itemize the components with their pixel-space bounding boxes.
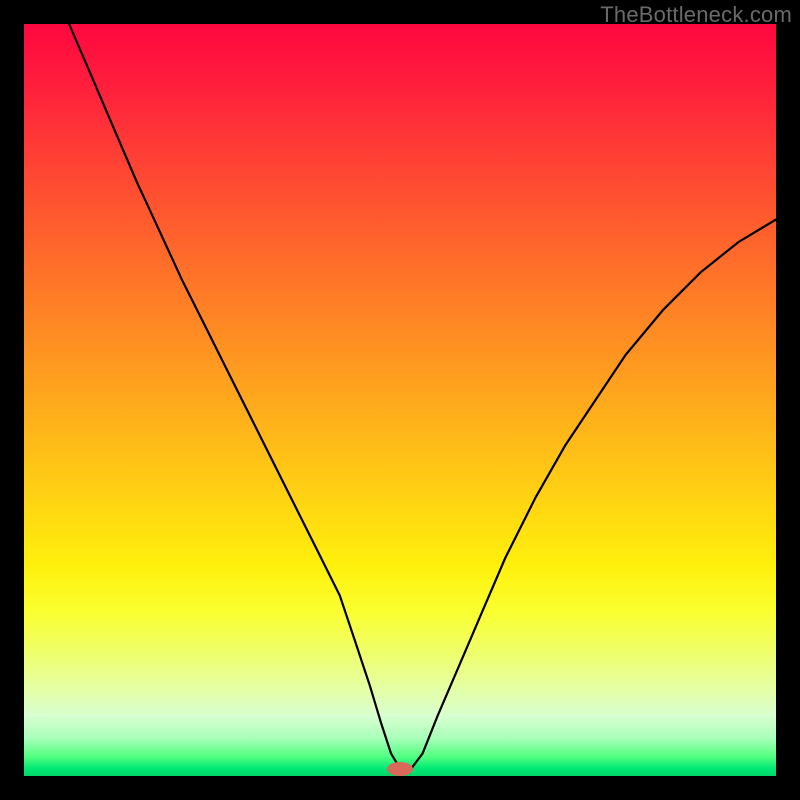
chart-plot-area <box>24 24 776 776</box>
watermark-text: TheBottleneck.com <box>600 2 792 28</box>
chart-stage: TheBottleneck.com <box>0 0 800 800</box>
bottleneck-curve <box>69 24 776 769</box>
optimal-marker <box>387 762 413 776</box>
chart-svg <box>24 24 776 776</box>
